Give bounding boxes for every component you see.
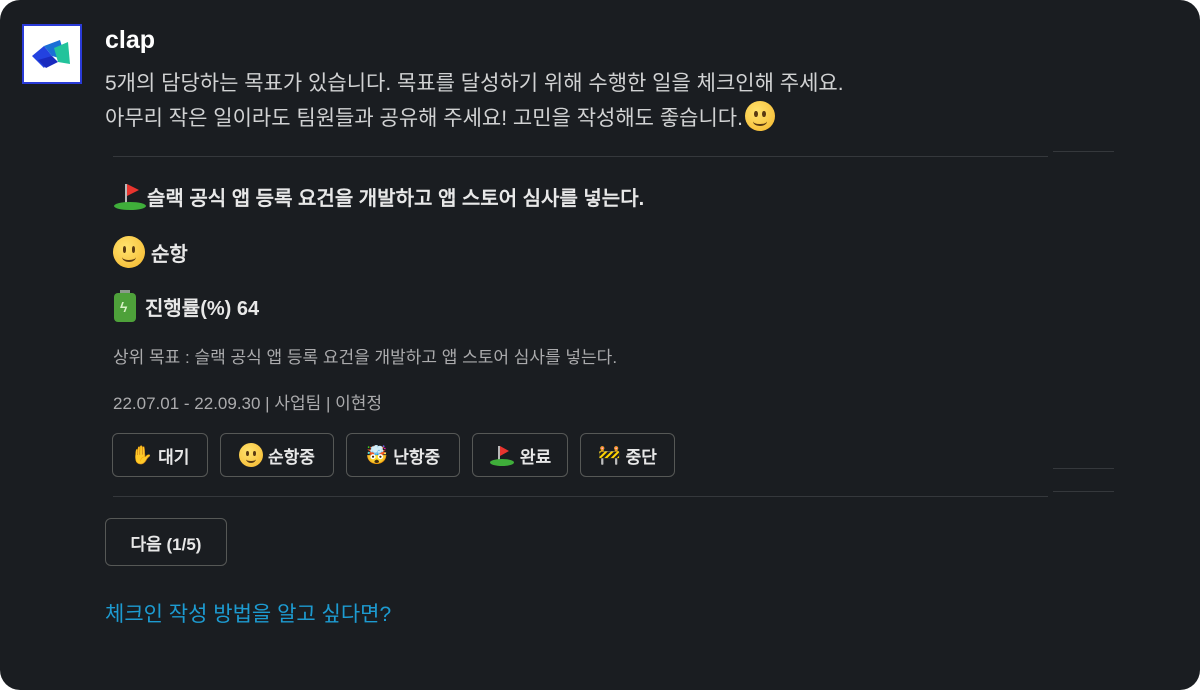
smile-icon xyxy=(239,443,264,467)
goal-status: 순항 xyxy=(151,244,188,266)
clap-logo-avatar[interactable] xyxy=(22,24,82,84)
status-button-label: 중단 xyxy=(625,447,657,467)
status-button-on-track[interactable]: 순항중 xyxy=(220,433,334,477)
status-button-wait[interactable]: ✋ 대기 xyxy=(112,433,208,477)
bottom-divider-right-1 xyxy=(1053,468,1114,469)
intro-line-2-text: 아무리 작은 일이라도 팀원들과 공유해 주세요! 고민을 작성해도 좋습니다. xyxy=(105,107,743,130)
slack-message-panel: clap 5개의 담당하는 목표가 있습니다. 목표를 달성하기 위해 수행한 … xyxy=(0,0,1200,690)
status-button-label: 난항중 xyxy=(393,447,441,467)
top-divider xyxy=(113,156,1048,157)
construction-barrier-icon: 🚧 xyxy=(598,445,621,465)
progress-value: 64 xyxy=(236,298,260,320)
clap-logo-icon xyxy=(32,40,70,68)
intro-text: 5개의 담당하는 목표가 있습니다. 목표를 달성하기 위해 수행한 일을 체크… xyxy=(105,66,1105,136)
checkin-help-link[interactable]: 체크인 작성 방법을 알고 싶다면? xyxy=(105,598,391,628)
golf-flag-icon xyxy=(113,182,147,210)
goal-title-row: 슬랙 공식 앱 등록 요건을 개발하고 앱 스토어 심사를 넣는다. xyxy=(113,182,644,211)
bottom-divider xyxy=(113,496,1048,497)
status-button-done[interactable]: 완료 xyxy=(472,433,568,477)
status-button-stop[interactable]: 🚧 중단 xyxy=(580,433,675,477)
goal-status-row: 순항 xyxy=(113,236,188,268)
smile-icon xyxy=(113,236,145,268)
sender-name[interactable]: clap xyxy=(105,26,155,55)
top-divider-right xyxy=(1053,151,1114,152)
status-button-struggling[interactable]: 🤯 난항중 xyxy=(346,433,460,477)
status-button-label: 대기 xyxy=(158,447,190,467)
raised-hand-icon: ✋ xyxy=(130,445,154,465)
battery-icon: ϟ xyxy=(113,290,137,322)
progress-label: 진행률(%) xyxy=(145,298,232,320)
intro-line-1: 5개의 담당하는 목표가 있습니다. 목표를 달성하기 위해 수행한 일을 체크… xyxy=(105,72,844,95)
status-button-label: 완료 xyxy=(519,447,552,467)
goal-title: 슬랙 공식 앱 등록 요건을 개발하고 앱 스토어 심사를 넣는다. xyxy=(147,188,645,210)
bottom-divider-right-2 xyxy=(1053,491,1114,492)
goal-progress-row: ϟ 진행률(%) 64 xyxy=(113,290,259,322)
intro-line-2: 아무리 작은 일이라도 팀원들과 공유해 주세요! 고민을 작성해도 좋습니다. xyxy=(105,101,1105,136)
goal-meta: 22.07.01 - 22.09.30 | 사업팀 | 이현정 xyxy=(113,394,383,413)
golf-flag-icon xyxy=(489,444,515,466)
smile-icon xyxy=(744,101,775,131)
next-button[interactable]: 다음 (1/5) xyxy=(105,518,227,566)
parent-goal: 상위 목표 : 슬랙 공식 앱 등록 요건을 개발하고 앱 스토어 심사를 넣는… xyxy=(113,348,618,367)
status-button-label: 순항중 xyxy=(268,447,315,467)
exploding-head-icon: 🤯 xyxy=(365,445,389,465)
